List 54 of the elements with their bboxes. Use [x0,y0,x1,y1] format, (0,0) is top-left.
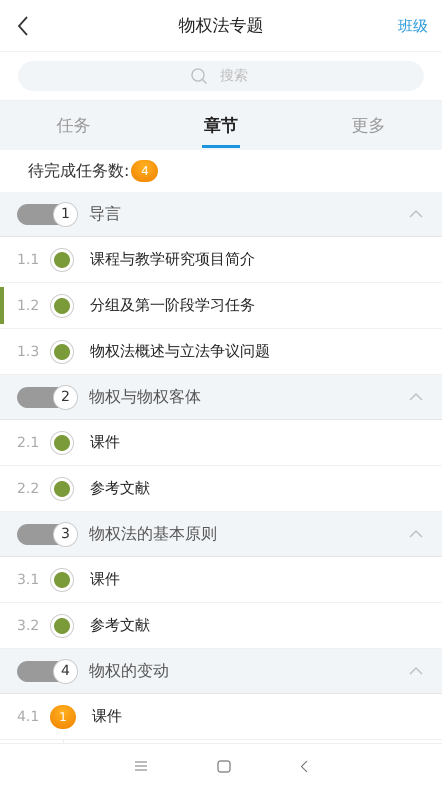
back-icon[interactable] [17,16,29,36]
chapter-header[interactable]: 2 物权与物权客体 [0,375,442,420]
lesson-index: 3.2 [17,618,40,634]
chapter-title: 物权法的基本原则 [89,524,218,544]
chapter-number: 1 [17,204,75,224]
chapter-title: 物权的变动 [89,660,170,682]
done-dot-icon [50,340,74,364]
chapter-header[interactable]: 3 物权法的基本原则 [0,512,442,557]
chapter-header[interactable]: 1 导言 [0,192,442,237]
chapter-title: 物权与物权客体 [89,386,202,408]
chapter-header[interactable]: 4 物权的变动 [0,649,442,694]
lesson-title: 课件 [92,707,122,726]
done-dot-icon [50,568,74,592]
pending-label: 待完成任务数: [28,160,130,182]
done-dot-icon [50,248,74,272]
chapter-number: 4 [17,660,75,682]
count-badge: 4 [131,160,158,182]
done-dot-icon [50,294,74,318]
done-dot-icon [50,476,74,500]
lesson-title: 课件 [90,433,120,452]
lesson-index: 3.1 [17,572,40,588]
lesson-title: 物权法概述与立法争议问题 [90,342,270,361]
lesson-row[interactable]: 3.2 参考文献 [0,603,442,649]
done-dot-icon [50,614,74,638]
lesson-index: 2.2 [17,480,40,496]
lesson-index: 4.1 [17,708,40,724]
lesson-title: 课程与教学研究项目简介 [90,250,255,269]
lesson-index: 1.2 [17,298,40,314]
lesson-index: 1.3 [17,344,40,360]
chapter-number: 3 [17,524,75,544]
lesson-title: 分组及第一阶段学习任务 [90,296,255,315]
lesson-index: 2.1 [17,434,40,450]
lesson-row[interactable]: 1.2 分组及第一阶段学习任务 [0,283,442,329]
lesson-title: 参考文献 [90,479,150,498]
page-title: 物权法专题 [178,15,264,37]
lesson-row[interactable]: 2.2 参考文献 [0,466,442,512]
lesson-index: 1.1 [17,252,40,268]
chapter-number: 2 [17,386,75,408]
search-field[interactable]: 搜索 [18,61,424,91]
search-icon [190,67,208,85]
chapter-title: 导言 [89,204,122,224]
lesson-row[interactable]: 1.3 物权法概述与立法争议问题 [0,329,442,375]
done-dot-icon [50,430,74,454]
menu-icon[interactable] [134,760,148,772]
back-nav-icon[interactable] [300,760,308,772]
lesson-title: 课件 [90,570,120,589]
count-badge: 1 [50,704,76,728]
lesson-row[interactable]: 1.1 课程与教学研究项目简介 [0,237,442,283]
home-icon[interactable] [216,760,231,772]
lesson-row[interactable]: 2.1 课件 [0,420,442,466]
tab[interactable]: 章节 [147,101,295,150]
lesson-row[interactable]: 3.1 课件 [0,557,442,603]
lesson-row[interactable]: 4.1 1 课件 [0,694,442,740]
lesson-title: 参考文献 [90,616,150,635]
